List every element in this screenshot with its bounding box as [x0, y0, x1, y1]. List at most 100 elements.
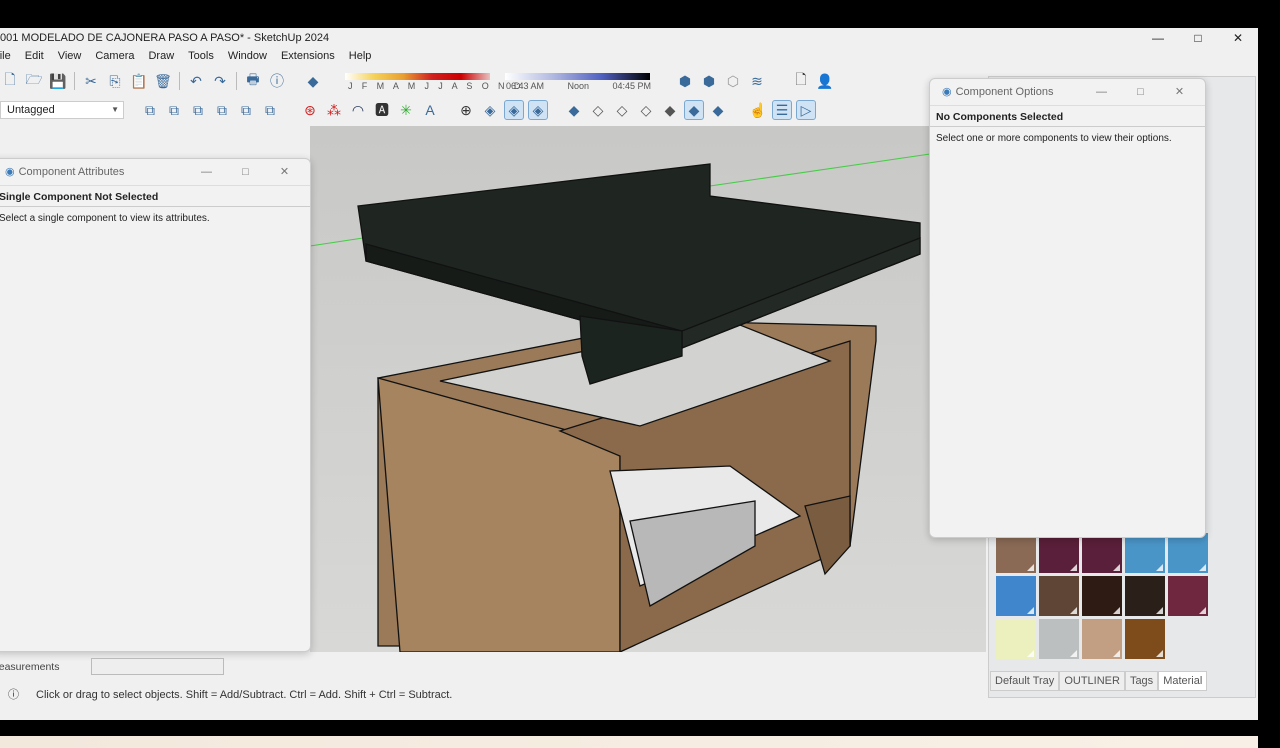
tag-select[interactable]: Untagged ▼ — [0, 101, 124, 119]
menu-window[interactable]: Window — [221, 48, 274, 64]
open-icon[interactable]: 🗁 — [24, 71, 44, 91]
menu-bar: File Edit View Camera Draw Tools Window … — [0, 48, 378, 64]
shadow-date-slider[interactable] — [345, 73, 490, 80]
protractor-icon[interactable]: ◠ — [348, 100, 368, 120]
menu-camera[interactable]: Camera — [88, 48, 141, 64]
menu-extensions[interactable]: Extensions — [274, 48, 342, 64]
material-swatch[interactable] — [1082, 533, 1122, 573]
profile-icon[interactable]: 👤 — [815, 71, 835, 91]
monochrome-icon[interactable]: ◆ — [708, 100, 728, 120]
xray-icon[interactable]: ◈ — [480, 100, 500, 120]
front-view-icon[interactable]: ◇ — [612, 100, 632, 120]
shadows-icon[interactable]: ◆ — [303, 71, 323, 91]
extension-warehouse-icon[interactable]: ≋ — [747, 71, 767, 91]
material-swatch[interactable] — [1125, 576, 1165, 616]
material-swatch[interactable] — [1125, 533, 1165, 573]
divider — [236, 72, 237, 90]
material-swatch[interactable] — [996, 533, 1036, 573]
minimize-button[interactable]: — — [187, 159, 226, 185]
status-bar: ⓘ Click or drag to select objects. Shift… — [0, 684, 985, 706]
green-axis — [709, 153, 931, 187]
tab-material[interactable]: Material — [1158, 671, 1208, 691]
entity-info-icon[interactable]: ☰ — [772, 100, 792, 120]
tab-default-tray[interactable]: Default Tray — [990, 671, 1060, 691]
sketchup-window: 001 MODELADO DE CAJONERA PASO A PASO* - … — [0, 28, 1258, 748]
iso-view-icon[interactable]: ◆ — [564, 100, 584, 120]
component-attributes-dialog: ◉ Component Attributes — □ ✕ Single Compone… — [0, 158, 311, 652]
hidden-line-icon[interactable]: ◇ — [636, 100, 656, 120]
print-icon[interactable]: 🖶 — [243, 71, 263, 91]
split-icon[interactable]: ⧉ — [260, 100, 280, 120]
select-hand-icon[interactable]: ☝ — [748, 100, 768, 120]
material-swatch[interactable] — [996, 576, 1036, 616]
window-title: 001 MODELADO DE CAJONERA PASO A PASO* - … — [0, 32, 330, 44]
model-info-icon[interactable]: ⓘ — [267, 71, 287, 91]
layout-icon[interactable]: 🗋 — [791, 71, 811, 91]
save-icon[interactable]: 💾 — [48, 71, 68, 91]
copy-icon[interactable]: ⎘ — [105, 71, 125, 91]
menu-draw[interactable]: Draw — [141, 48, 181, 64]
measurements-input[interactable] — [91, 658, 224, 675]
months-label: J F M A M J J A S O N D — [348, 81, 524, 91]
intersect-icon[interactable]: ⧉ — [164, 100, 184, 120]
3d-warehouse-icon[interactable]: ⬢ — [675, 71, 695, 91]
axes-icon[interactable]: ✳ — [396, 100, 416, 120]
material-swatch[interactable] — [1168, 576, 1208, 616]
undo-icon[interactable]: ↶ — [186, 71, 206, 91]
menu-help[interactable]: Help — [342, 48, 379, 64]
shaded-textures-icon[interactable]: ◆ — [684, 100, 704, 120]
shaded-icon[interactable]: ◆ — [660, 100, 680, 120]
minimize-button[interactable]: — — [1138, 28, 1178, 48]
back-edges-icon[interactable]: ◈ — [504, 100, 524, 120]
subtract-icon[interactable]: ⧉ — [212, 100, 232, 120]
maximize-button[interactable]: □ — [1121, 79, 1160, 105]
close-button[interactable]: ✕ — [1160, 79, 1199, 105]
material-swatch[interactable] — [1039, 619, 1079, 659]
dimension-icon[interactable]: ⁂ — [324, 100, 344, 120]
erase-icon[interactable]: 🗑 — [153, 71, 173, 91]
cut-icon[interactable]: ✂ — [81, 71, 101, 91]
new-icon[interactable]: 🗋 — [0, 71, 20, 91]
share-component-icon[interactable]: ⬡ — [723, 71, 743, 91]
menu-view[interactable]: View — [51, 48, 89, 64]
redo-icon[interactable]: ↷ — [210, 71, 230, 91]
share-model-icon[interactable]: ⬢ — [699, 71, 719, 91]
top-view-icon[interactable]: ◇ — [588, 100, 608, 120]
material-swatches — [996, 533, 1208, 659]
trim-icon[interactable]: ⧉ — [236, 100, 256, 120]
menu-file[interactable]: File — [0, 48, 18, 64]
warehouse-toolbar: ⬢ ⬢ ⬡ ≋ 🗋 👤 — [675, 71, 835, 91]
3d-viewport[interactable] — [309, 126, 986, 654]
tab-tags[interactable]: Tags — [1124, 671, 1159, 691]
material-swatch[interactable] — [996, 619, 1036, 659]
wireframe-icon[interactable]: ◈ — [528, 100, 548, 120]
maximize-button[interactable]: □ — [226, 159, 265, 185]
shadow-time-slider[interactable] — [505, 73, 650, 80]
outer-shell-icon[interactable]: ⧉ — [140, 100, 160, 120]
close-button[interactable]: ✕ — [1218, 28, 1258, 48]
material-swatch[interactable] — [1082, 576, 1122, 616]
material-swatch[interactable] — [1082, 619, 1122, 659]
scenes-icon[interactable]: ▷ — [796, 100, 816, 120]
tab-outliner[interactable]: OUTLINER — [1059, 671, 1125, 691]
material-swatch[interactable] — [1125, 619, 1165, 659]
tape-measure-icon[interactable]: ⊛ — [300, 100, 320, 120]
material-swatch[interactable] — [1168, 533, 1208, 573]
divider — [74, 72, 75, 90]
3d-text-icon[interactable]: A — [420, 100, 440, 120]
text-icon[interactable]: 🅰 — [372, 100, 392, 120]
menu-tools[interactable]: Tools — [181, 48, 221, 64]
paste-icon[interactable]: 📋 — [129, 71, 149, 91]
material-swatch[interactable] — [1039, 533, 1079, 573]
close-button[interactable]: ✕ — [265, 159, 304, 185]
chevron-down-icon: ▼ — [111, 105, 119, 114]
maximize-button[interactable]: □ — [1178, 28, 1218, 48]
material-swatch[interactable] — [1039, 576, 1079, 616]
dialog-message: Select one or more components to view th… — [936, 133, 1172, 144]
union-icon[interactable]: ⧉ — [188, 100, 208, 120]
info-icon[interactable]: ⓘ — [8, 684, 19, 706]
menu-edit[interactable]: Edit — [18, 48, 51, 64]
dialog-heading: No Components Selected — [930, 105, 1205, 127]
orbit-icon[interactable]: ⊕ — [456, 100, 476, 120]
minimize-button[interactable]: — — [1082, 79, 1121, 105]
